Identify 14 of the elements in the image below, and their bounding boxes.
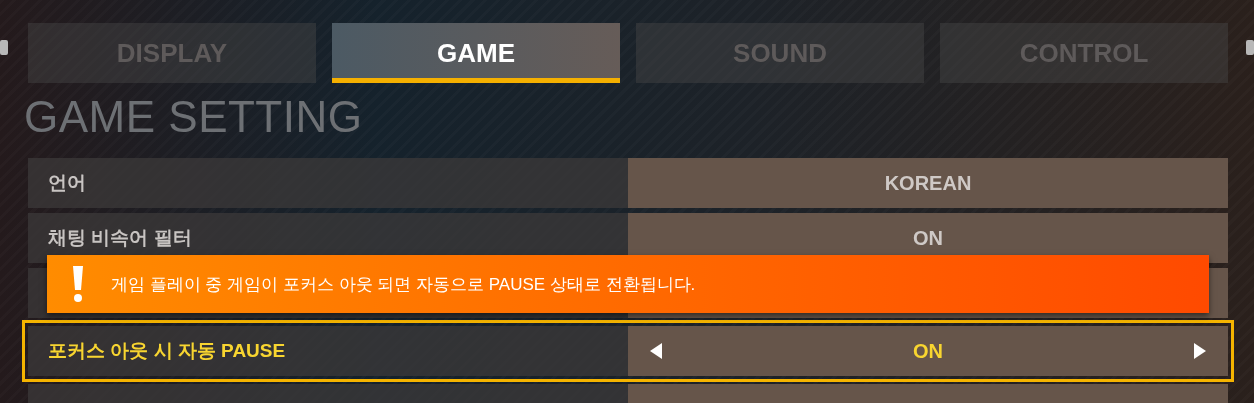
- selected-setting-row[interactable]: 포커스 아웃 시 자동 PAUSE ON: [28, 326, 1228, 376]
- right-arrow-icon[interactable]: [1194, 343, 1206, 359]
- section-heading: GAME SETTING: [24, 93, 364, 141]
- setting-value: ON: [628, 326, 1228, 376]
- exclamation-icon: [71, 264, 85, 304]
- setting-label: 포커스 아웃 시 자동 PAUSE: [28, 326, 628, 376]
- setting-label: 언어: [28, 158, 628, 208]
- scroll-left-handle[interactable]: [0, 40, 8, 55]
- settings-tab[interactable]: GAME: [332, 23, 620, 83]
- notice-text: 게임 플레이 중 게임이 포커스 아웃 되면 자동으로 PAUSE 상태로 전환됩니다.: [111, 273, 696, 296]
- left-arrow-icon[interactable]: [650, 343, 662, 359]
- setting-row[interactable]: 언어 KOREAN: [28, 158, 1228, 208]
- setting-value: KOREAN: [628, 158, 1228, 208]
- scroll-right-handle[interactable]: [1246, 40, 1254, 55]
